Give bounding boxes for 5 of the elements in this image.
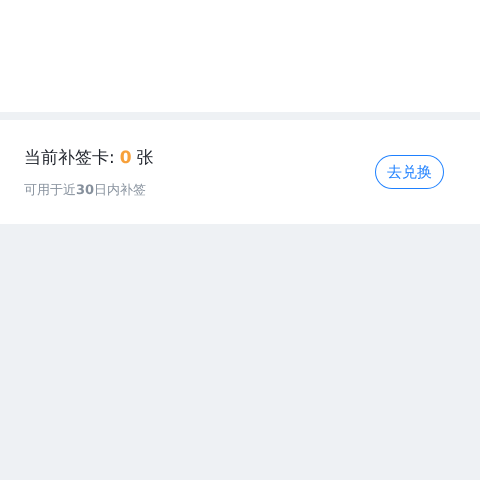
card-label: 当前补签卡: <box>24 146 115 168</box>
usage-note: 可用于近30日内补签 <box>24 182 148 198</box>
redeem-button[interactable]: 去兑换 <box>375 155 444 189</box>
card-unit: 张 <box>136 146 154 168</box>
card-count: 0 <box>120 148 132 168</box>
